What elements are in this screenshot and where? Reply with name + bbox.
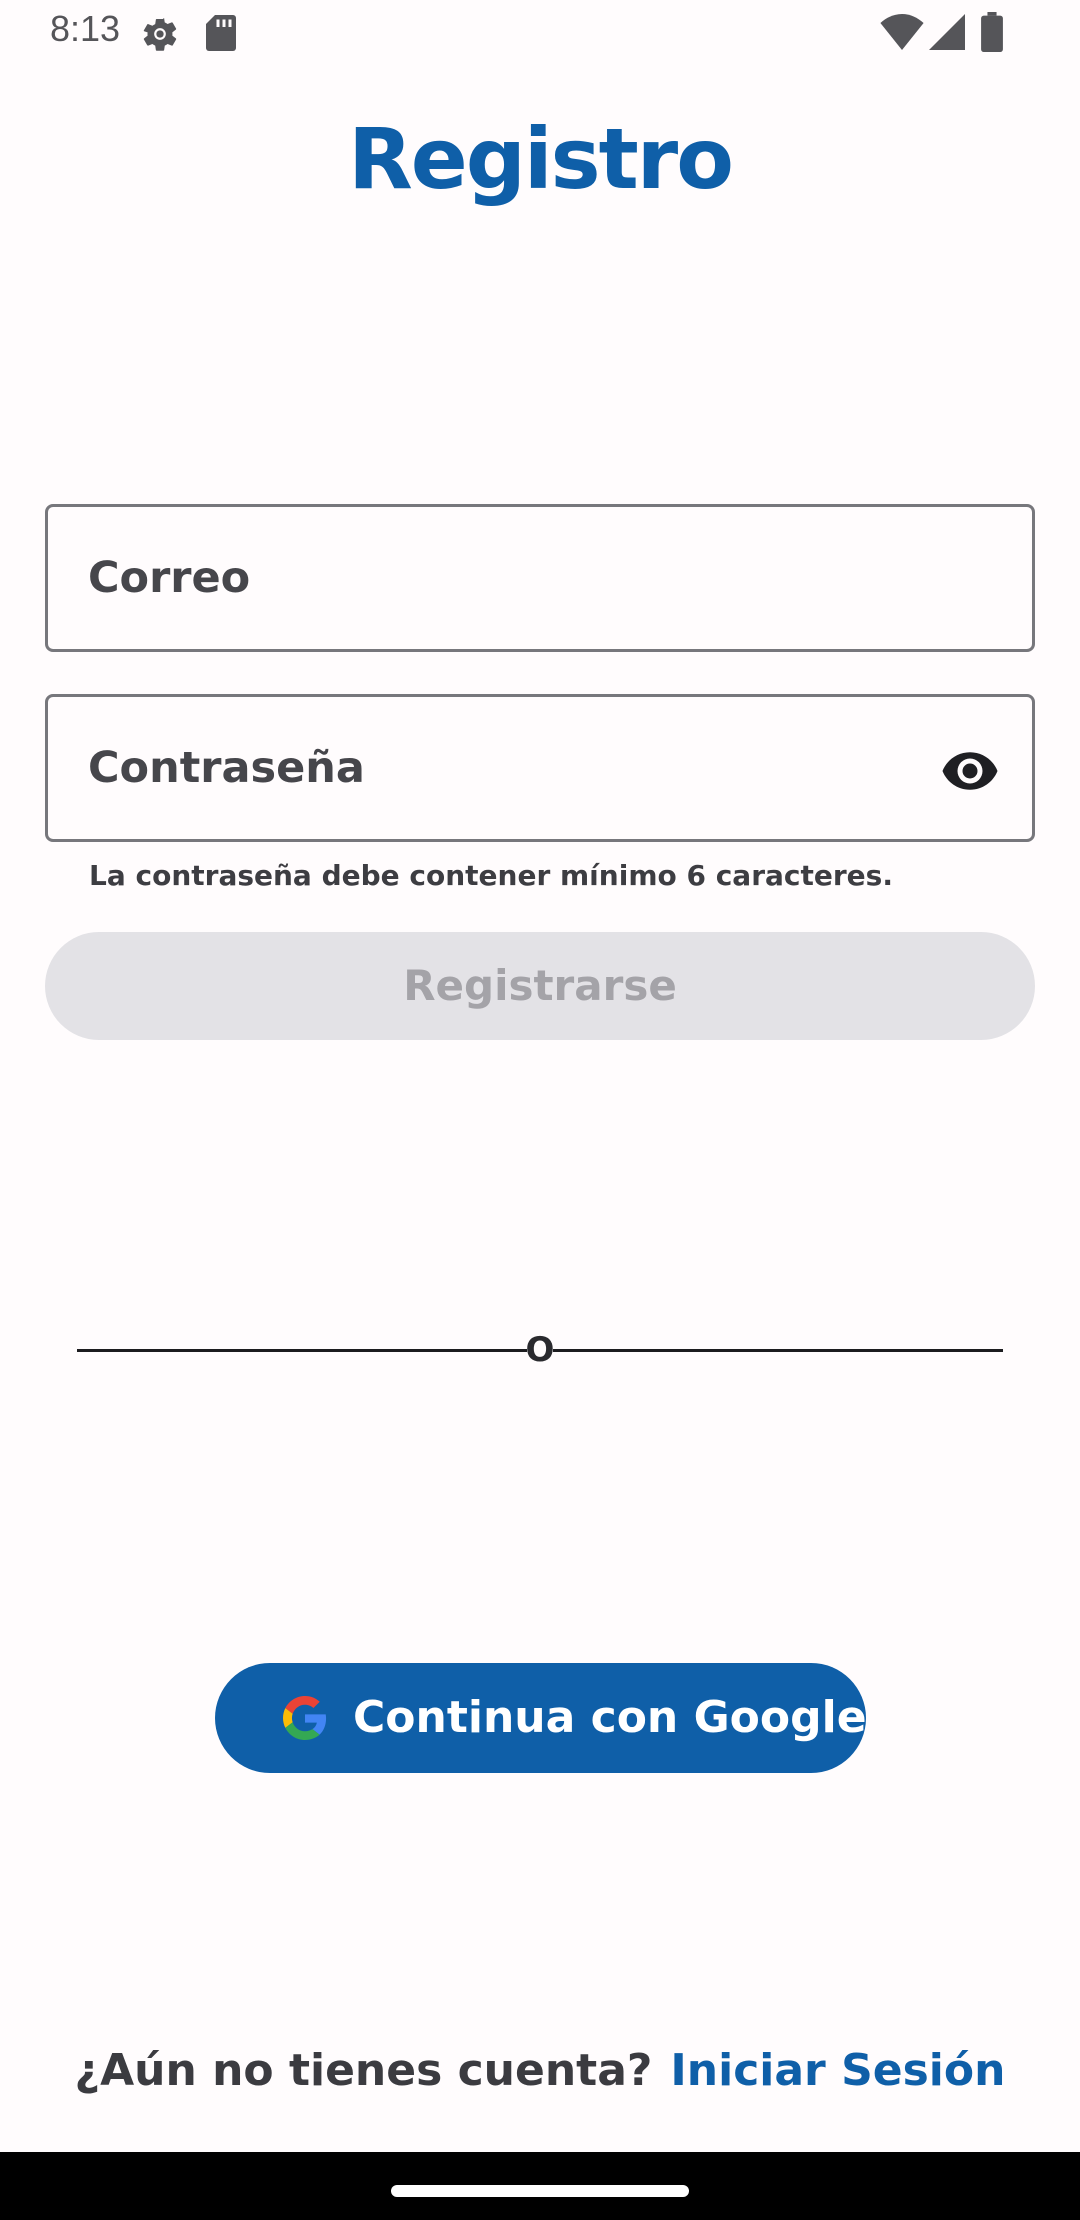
google-signin-button[interactable]: Continua con Google	[215, 1663, 867, 1773]
status-time: 8:13	[50, 8, 121, 49]
page-title: Registro	[348, 110, 734, 208]
battery-icon	[981, 12, 1003, 52]
email-field[interactable]	[45, 504, 1035, 652]
signal-icon	[929, 14, 965, 50]
navigation-bar	[0, 2152, 1080, 2220]
footer-prompt: ¿Aún no tienes cuenta?	[74, 2045, 653, 2096]
google-signin-label: Continua con Google	[353, 1692, 867, 1743]
google-logo-icon	[283, 1696, 327, 1740]
eye-icon[interactable]	[938, 741, 1002, 801]
signin-link[interactable]: Iniciar Sesión	[670, 2045, 1005, 2096]
sd-card-icon	[206, 15, 236, 51]
home-indicator[interactable]	[391, 2185, 689, 2197]
wifi-icon	[880, 14, 924, 50]
divider-line-right	[553, 1349, 1003, 1352]
email-input[interactable]	[88, 507, 948, 649]
password-input[interactable]	[88, 697, 948, 839]
settings-icon	[143, 18, 177, 51]
password-helper-text: La contraseña debe contener mínimo 6 car…	[89, 859, 893, 892]
footer-signin-row: ¿Aún no tienes cuenta? Iniciar Sesión	[0, 2045, 1080, 2096]
divider-line-left	[77, 1349, 527, 1352]
register-button[interactable]: Registrarse	[45, 932, 1035, 1040]
password-field[interactable]	[45, 694, 1035, 842]
status-bar: 8:13	[0, 0, 1080, 66]
